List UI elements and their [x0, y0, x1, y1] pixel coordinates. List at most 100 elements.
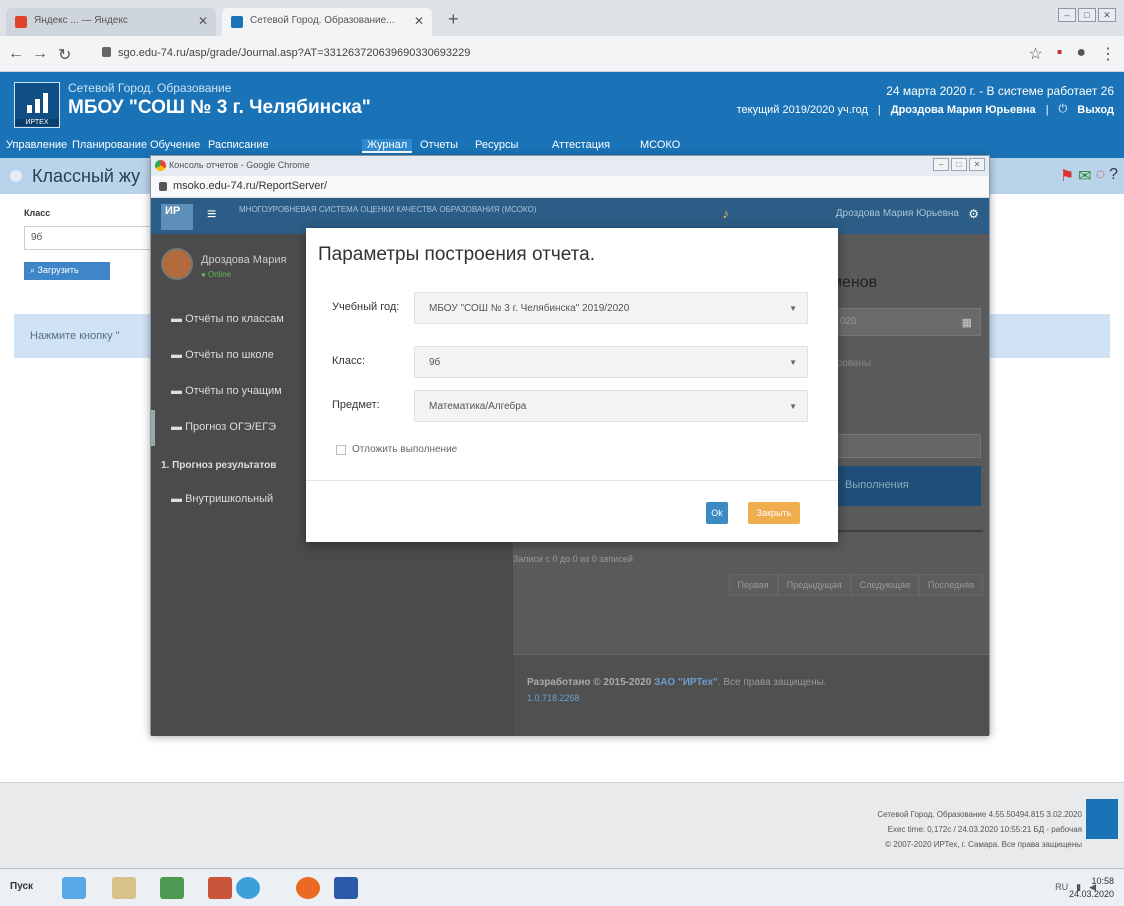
defer-checkbox[interactable]: Отложить выполнение	[336, 444, 457, 455]
company-link[interactable]: ЗАО "ИРТех"	[654, 677, 718, 688]
ie-icon[interactable]	[62, 877, 86, 899]
menu-item[interactable]: Обучение	[150, 139, 200, 151]
minimize-icon[interactable]: –	[1058, 8, 1076, 22]
start-button[interactable]: Пуск	[10, 881, 33, 892]
reload-icon[interactable]: ↻	[58, 45, 71, 65]
online-status: ● Online	[201, 270, 232, 279]
load-button[interactable]: ⌕ Загрузить	[24, 262, 110, 280]
clock[interactable]: 10:58 24.03.2020	[1069, 875, 1114, 901]
gear-icon[interactable]: ⚙	[968, 207, 979, 221]
minimize-icon[interactable]: –	[933, 158, 949, 171]
back-circle-icon[interactable]	[10, 170, 22, 182]
pager-next[interactable]: Следующая	[850, 574, 919, 596]
page-toolbar: ⚑ ✉ ◌ ?	[1060, 166, 1118, 186]
system-name[interactable]: Сетевой Город. Образование	[68, 81, 231, 95]
chevron-down-icon: ▼	[789, 402, 797, 411]
chrome-icon[interactable]	[236, 877, 260, 899]
filter-input[interactable]	[831, 434, 981, 458]
school-year-select[interactable]: МБОУ "СОШ № 3 г. Челябинска" 2019/2020 ▼	[414, 292, 808, 324]
calendar-icon[interactable]: ▦	[962, 316, 972, 329]
popup-address-bar[interactable]: msoko.edu-74.ru/ReportServer/	[151, 176, 989, 198]
chevron-down-icon: ▼	[789, 358, 797, 367]
app-footer: Разработано © 2015-2020 ЗАО "ИРТех". Все…	[513, 654, 989, 736]
menu-item[interactable]: Управление	[6, 139, 67, 151]
close-window-icon[interactable]: ✕	[1098, 8, 1116, 22]
lang-indicator[interactable]: RU	[1055, 882, 1068, 893]
window-controls: – □ ✕	[1058, 8, 1116, 22]
browser-tab-sgo[interactable]: Сетевой Город. Образование... ✕	[222, 8, 432, 36]
school-name: МБОУ "СОШ № 3 г. Челябинска"	[68, 97, 371, 118]
version: 1.0.718.2268	[527, 693, 580, 703]
subject-select[interactable]: Математика/Алгебра ▼	[414, 390, 808, 422]
pagination: Первая Предыдущая Следующая Последняя	[728, 574, 983, 596]
subject-label: Предмет:	[332, 399, 380, 411]
mail-icon[interactable]: ✉	[1078, 166, 1091, 186]
close-icon[interactable]: ✕	[198, 14, 208, 28]
search-icon: ⌕	[30, 265, 38, 275]
star-icon[interactable]: ☆	[1028, 44, 1042, 64]
hamburger-icon[interactable]: ≡	[207, 206, 216, 224]
pager-prev[interactable]: Предыдущая	[777, 574, 851, 596]
date-field[interactable]: 020 ▦	[831, 308, 981, 336]
run-button[interactable]: Выполнения	[831, 466, 981, 506]
class-label: Класс	[24, 208, 51, 218]
firefox-icon[interactable]	[296, 877, 320, 899]
folder-icon: ▬	[171, 385, 186, 397]
extension-icon[interactable]: ▪	[1057, 44, 1063, 64]
menu-item[interactable]: Расписание	[208, 139, 269, 151]
dialog-title: Параметры построения отчета.	[318, 244, 596, 265]
school-year[interactable]: текущий 2019/2020 уч.год	[737, 104, 868, 116]
word-icon[interactable]	[334, 877, 358, 899]
url-field[interactable]: sgo.edu-74.ru/asp/grade/Journal.asp?AT=3…	[100, 43, 1050, 65]
class-form: Класс 9б ⌕ Загрузить	[24, 208, 164, 280]
maximize-icon[interactable]: □	[951, 158, 967, 171]
excel-icon[interactable]	[160, 877, 184, 899]
menu-item[interactable]: Аттестация	[552, 139, 610, 151]
sidebar-subitem-forecast[interactable]: 1. Прогноз результатов	[161, 460, 276, 471]
forward-icon[interactable]: →	[32, 45, 48, 63]
logout-link[interactable]: Выход	[1077, 104, 1114, 116]
ok-button[interactable]: Ok	[706, 502, 728, 524]
class-select[interactable]: 9б	[24, 226, 154, 250]
new-tab-button[interactable]: +	[448, 9, 459, 30]
yandex-icon	[15, 16, 27, 28]
help-icon[interactable]: ?	[1109, 166, 1118, 186]
site-icon	[231, 16, 243, 28]
back-icon[interactable]: ←	[8, 45, 24, 63]
explorer-icon[interactable]	[112, 877, 136, 899]
flag-icon[interactable]: ⚑	[1060, 166, 1074, 186]
report-params-dialog: Параметры построения отчета. Учебный год…	[306, 228, 838, 542]
profile-icon[interactable]: ●	[1076, 44, 1086, 64]
class-select[interactable]: 9б ▼	[414, 346, 808, 378]
tab-title: Яндекс ... — Яндекс	[34, 15, 128, 26]
menu-item[interactable]: Планирование	[72, 139, 147, 151]
popup-window-controls: – □ ✕	[933, 158, 985, 171]
tab-title: Сетевой Город. Образование...	[250, 15, 395, 26]
menu-icon[interactable]: ⋮	[1100, 44, 1116, 64]
menu-item[interactable]: Ресурсы	[475, 139, 518, 151]
close-window-icon[interactable]: ✕	[969, 158, 985, 171]
chat-icon[interactable]: ◌	[1096, 166, 1106, 186]
lock-icon	[159, 182, 167, 191]
pager-first[interactable]: Первая	[728, 574, 778, 596]
close-icon[interactable]: ✕	[414, 14, 424, 28]
close-button[interactable]: Закрыть	[748, 502, 800, 524]
menu-item[interactable]: МСОКО	[640, 139, 680, 151]
popup-title: Консоль отчетов - Google Chrome	[169, 160, 310, 170]
chrome-icon	[155, 160, 166, 171]
hint-text: Нажмите кнопку "	[30, 330, 120, 342]
irtech-logo	[1086, 799, 1118, 839]
maximize-icon[interactable]: □	[1078, 8, 1096, 22]
footer-text: Сетевой Город. Образование 4.55.50494.81…	[877, 810, 1082, 849]
powerpoint-icon[interactable]	[208, 877, 232, 899]
bell-icon[interactable]: ♪	[723, 206, 730, 221]
menu-item[interactable]: Отчеты	[420, 139, 458, 151]
pager-last[interactable]: Последняя	[918, 574, 983, 596]
menu-item-journal[interactable]: Журнал	[362, 139, 413, 153]
avatar	[161, 248, 193, 280]
folder-icon: ▬	[171, 493, 186, 505]
checkbox[interactable]	[336, 444, 346, 455]
user-link[interactable]: Дроздова Мария Юрьевна	[891, 104, 1036, 116]
browser-tab-yandex[interactable]: Яндекс ... — Яндекс ✕	[6, 8, 216, 36]
popup-user-name[interactable]: Дроздова Мария Юрьевна	[836, 208, 959, 219]
